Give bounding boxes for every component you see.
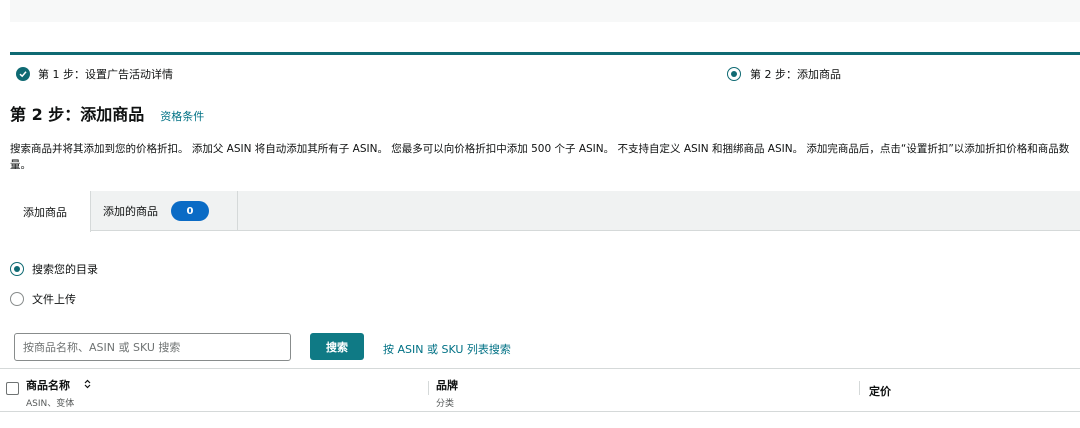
column-brand-subtitle: 分类 (436, 399, 455, 409)
column-divider (859, 381, 860, 395)
step-1-indicator: 第 1 步：设置广告活动详情 (16, 66, 173, 82)
sort-icon[interactable] (84, 379, 91, 392)
column-brand-title: 品牌 (436, 379, 458, 392)
table-header: 商品名称 ASIN、变体 品牌 分类 定价 (0, 368, 1080, 412)
radio-unselected-icon[interactable] (10, 292, 24, 306)
column-pricing: 定价 (869, 383, 891, 399)
column-product-name-subtitle: ASIN、变体 (26, 399, 75, 409)
tab-added-products[interactable]: 添加的商品 0 (91, 191, 238, 231)
added-count-badge: 0 (171, 201, 209, 221)
tab-bar: 添加商品 添加的商品 0 (0, 191, 1080, 232)
page-title: 第 2 步：添加商品 (10, 105, 145, 124)
page-description: 搜索商品并将其添加到您的价格折扣。 添加父 ASIN 将自动添加其所有子 ASI… (10, 143, 1070, 171)
column-divider (428, 381, 429, 395)
page-heading: 第 2 步：添加商品 资格条件 (10, 101, 204, 125)
step-progress-bar (10, 52, 1080, 55)
check-circle-icon (16, 67, 30, 81)
column-product-name[interactable]: 商品名称 ASIN、变体 (26, 377, 91, 409)
option-search-catalog-label: 搜索您的目录 (32, 263, 98, 276)
tab-added-products-label: 添加的商品 (103, 205, 158, 218)
select-all-checkbox[interactable] (6, 382, 19, 395)
tab-add-products-label: 添加商品 (23, 205, 67, 219)
radio-selected-icon[interactable] (10, 262, 24, 276)
step-1-label: 第 1 步：设置广告活动详情 (38, 68, 173, 81)
step-2-label: 第 2 步：添加商品 (750, 68, 841, 81)
option-file-upload-label: 文件上传 (32, 293, 76, 306)
column-brand: 品牌 分类 (436, 377, 458, 409)
step-2-indicator: 第 2 步：添加商品 (727, 66, 841, 82)
eligibility-link[interactable]: 资格条件 (160, 108, 204, 124)
option-search-catalog[interactable]: 搜索您的目录 (10, 261, 98, 277)
tab-add-products[interactable]: 添加商品 (0, 191, 91, 232)
column-pricing-title: 定价 (869, 385, 891, 398)
current-step-icon (727, 67, 741, 81)
search-by-list-link[interactable]: 按 ASIN 或 SKU 列表搜索 (383, 341, 511, 357)
top-info-box (10, 0, 1080, 22)
option-file-upload[interactable]: 文件上传 (10, 291, 76, 307)
column-product-name-title: 商品名称 (26, 379, 70, 392)
search-input[interactable] (14, 333, 291, 361)
search-button[interactable]: 搜索 (310, 333, 364, 360)
